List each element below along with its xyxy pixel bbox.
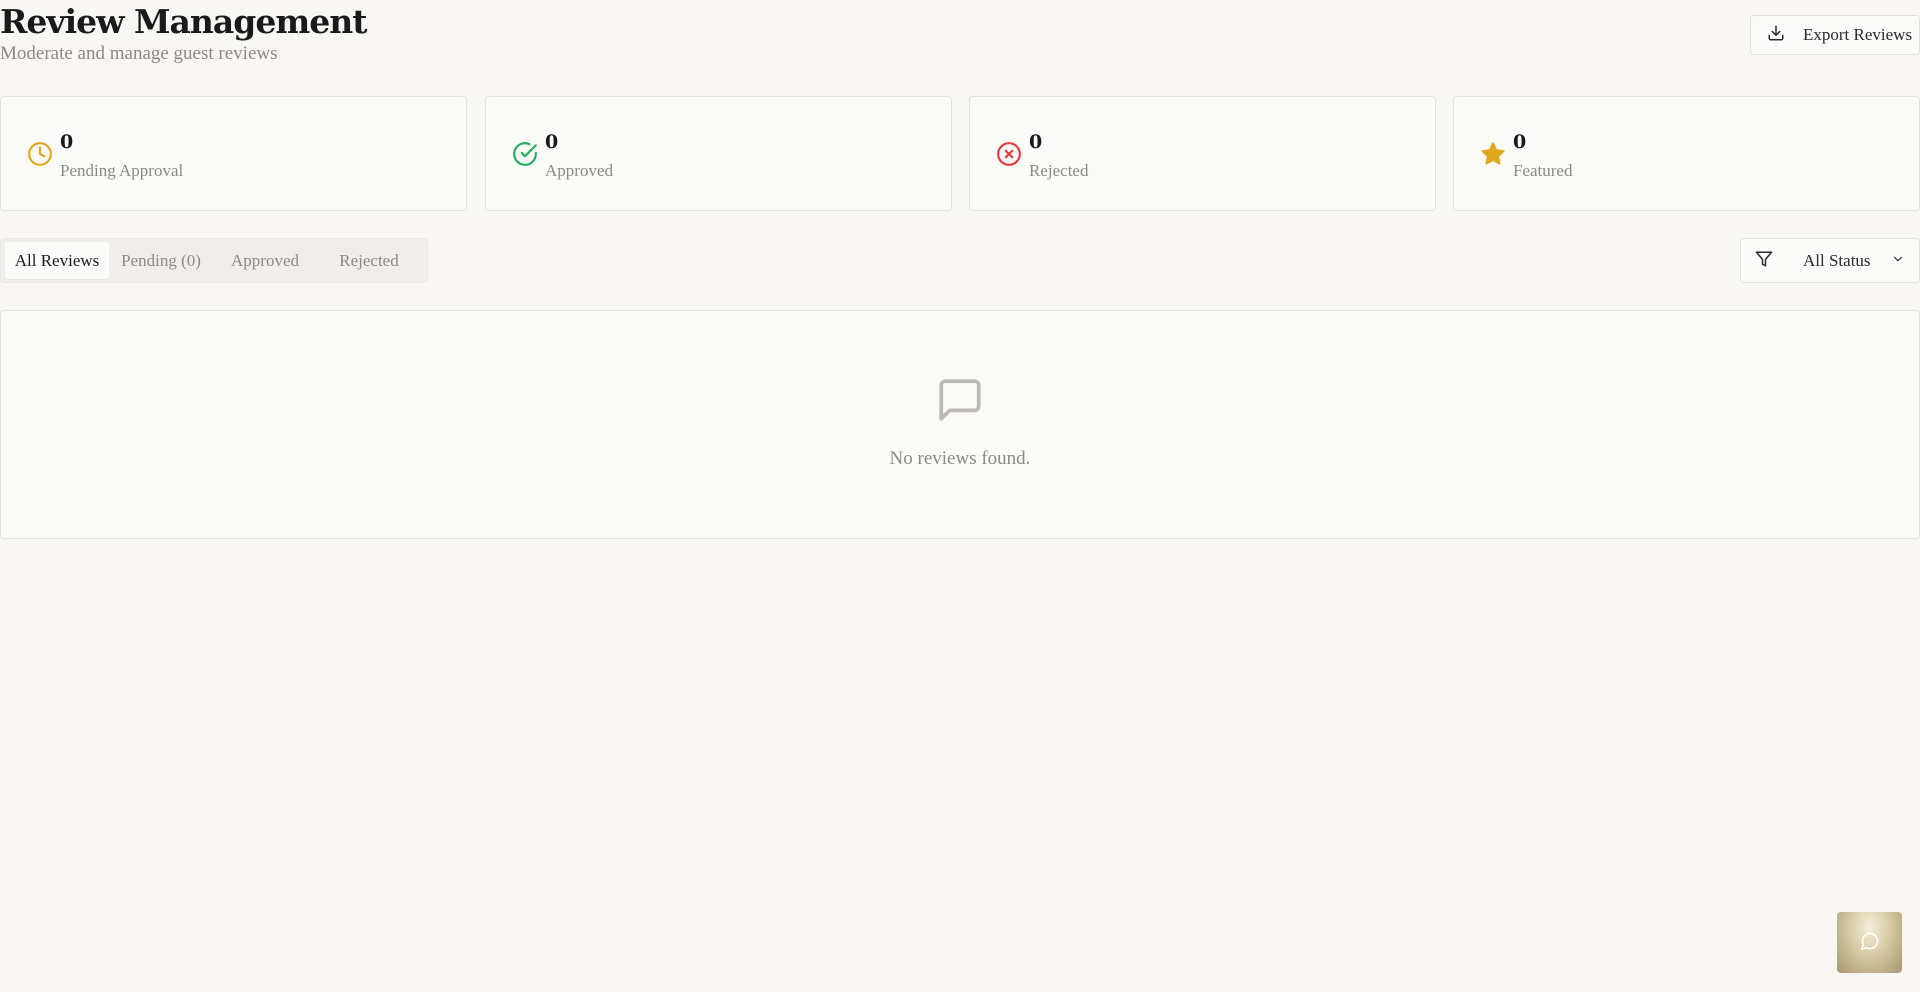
stat-label: Approved	[545, 161, 613, 180]
page-title: Review Management	[0, 2, 368, 41]
chat-bubble-icon	[1860, 931, 1880, 955]
tab-pending[interactable]: Pending (0)	[109, 242, 213, 279]
stat-card-pending: 0 Pending Approval	[0, 96, 467, 211]
tab-approved[interactable]: Approved	[213, 242, 317, 279]
x-circle-icon	[996, 141, 1022, 167]
check-circle-icon	[512, 141, 538, 167]
review-tabs: All Reviews Pending (0) Approved Rejecte…	[0, 238, 428, 283]
review-management-page: Review Management Moderate and manage gu…	[0, 0, 1920, 992]
stat-value: 0	[545, 131, 559, 153]
stat-label: Rejected	[1029, 161, 1089, 180]
chat-button[interactable]	[1837, 912, 1902, 973]
tab-all-reviews[interactable]: All Reviews	[5, 242, 109, 279]
star-icon	[1480, 141, 1506, 167]
stat-value: 0	[1513, 131, 1527, 153]
stat-card-featured: 0 Featured	[1453, 96, 1920, 211]
clock-icon	[27, 141, 53, 167]
stat-value: 0	[1029, 131, 1043, 153]
tab-rejected[interactable]: Rejected	[317, 242, 421, 279]
empty-state-message: No reviews found.	[889, 448, 1031, 469]
status-filter-select[interactable]: All Status	[1740, 238, 1920, 283]
stat-value: 0	[60, 131, 74, 153]
page-subtitle: Moderate and manage guest reviews	[0, 43, 278, 64]
message-square-icon	[935, 375, 985, 429]
stat-label: Featured	[1513, 161, 1573, 180]
download-icon	[1767, 24, 1785, 46]
export-reviews-label: Export Reviews	[1803, 25, 1913, 44]
stat-card-approved: 0 Approved	[485, 96, 952, 211]
filter-icon	[1755, 250, 1773, 272]
export-reviews-button[interactable]: Export Reviews	[1750, 15, 1920, 55]
stat-label: Pending Approval	[60, 161, 184, 180]
status-filter-value: All Status	[1803, 250, 1871, 270]
chevron-down-icon	[1891, 251, 1905, 270]
stat-card-rejected: 0 Rejected	[969, 96, 1436, 211]
